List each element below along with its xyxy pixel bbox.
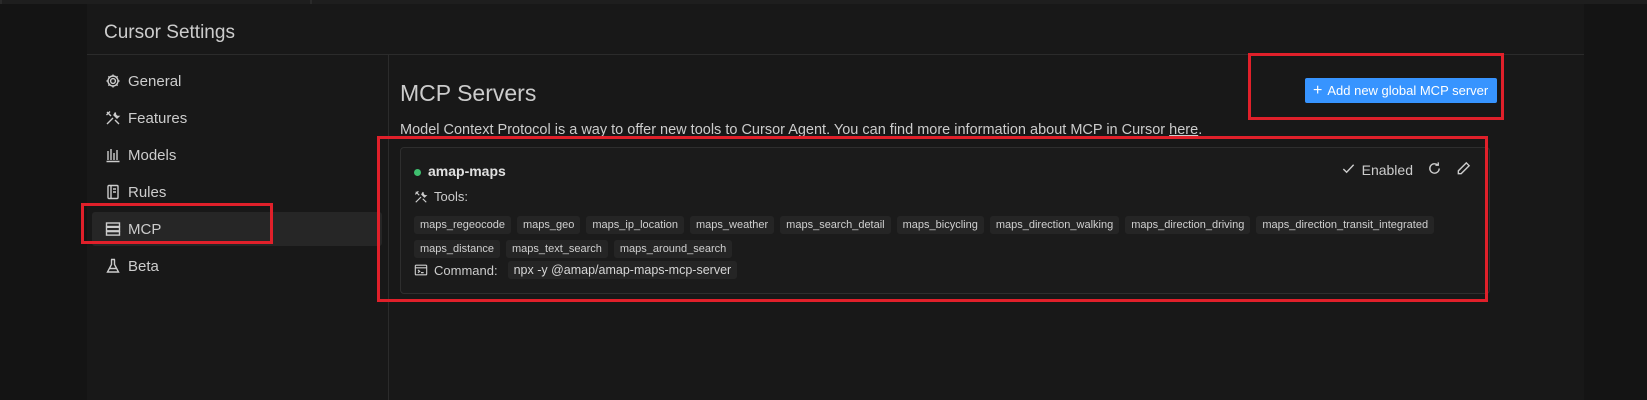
tool-chip: maps_ip_location — [586, 216, 685, 234]
add-button-label: Add new global MCP server — [1327, 83, 1489, 98]
sidebar-item-label: MCP — [128, 220, 162, 238]
tools-icon — [414, 190, 428, 203]
server-name: amap-maps — [428, 163, 506, 179]
tool-chip: maps_bicycling — [896, 216, 984, 234]
mcp-panel: MCP Servers Model Context Protocol is a … — [389, 55, 1584, 400]
refresh-icon[interactable] — [1427, 161, 1442, 179]
checkmark-icon — [1341, 161, 1356, 179]
tool-chip: maps_weather — [690, 216, 775, 234]
sidebar-item-rules[interactable]: Rules — [92, 175, 382, 209]
page-title: Cursor Settings — [104, 22, 235, 43]
tool-chip: maps_direction_transit_integrated — [1256, 216, 1435, 234]
mcp-server-card: amap-maps Enabled Tools: maps_regeocode … — [400, 147, 1490, 294]
flask-icon — [104, 257, 122, 275]
command-row: Command: npx -y @amap/amap-maps-mcp-serv… — [414, 261, 738, 279]
tool-chip: maps_distance — [414, 240, 500, 258]
status-dot-icon — [414, 169, 421, 176]
sidebar-item-label: Beta — [128, 257, 159, 275]
sidebar-item-models[interactable]: Models — [92, 138, 382, 172]
tools-header: Tools: — [414, 189, 468, 204]
tool-chip: maps_around_search — [613, 240, 733, 258]
plus-icon: + — [1313, 81, 1323, 99]
sidebar-item-mcp[interactable]: MCP — [92, 212, 382, 246]
sidebar-item-features[interactable]: Features — [92, 101, 382, 135]
server-actions: Enabled — [1341, 161, 1471, 179]
settings-sidebar: General Features Models Rules MCP Beta — [87, 64, 388, 400]
enabled-label: Enabled — [1361, 162, 1413, 178]
sidebar-item-label: Rules — [128, 183, 167, 201]
tool-chip: maps_text_search — [506, 240, 608, 258]
tool-chip: maps_regeocode — [414, 216, 512, 234]
tool-chip-list: maps_regeocode maps_geo maps_ip_location… — [414, 216, 1484, 258]
sidebar-item-label: Features — [128, 109, 188, 127]
settings-window: Cursor Settings General Features Models … — [87, 4, 1584, 400]
terminal-icon — [414, 264, 428, 276]
tools-icon — [104, 109, 122, 127]
add-global-mcp-server-button[interactable]: + Add new global MCP server — [1305, 78, 1498, 103]
description-end: . — [1198, 122, 1203, 138]
gear-icon — [104, 72, 122, 90]
server-icon — [104, 220, 122, 238]
section-description: Model Context Protocol is a way to offer… — [400, 122, 1202, 138]
section-title: MCP Servers — [400, 80, 537, 106]
sidebar-item-general[interactable]: General — [92, 64, 382, 98]
sidebar-item-beta[interactable]: Beta — [92, 249, 382, 283]
bar-chart-icon — [104, 146, 122, 164]
tool-chip: maps_direction_walking — [989, 216, 1120, 234]
here-link[interactable]: here — [1169, 122, 1198, 138]
description-text: Model Context Protocol is a way to offer… — [400, 122, 1170, 138]
tab-edge — [0, 0, 2, 4]
command-label: Command: — [434, 262, 498, 278]
tools-label: Tools: — [434, 189, 468, 204]
enabled-toggle[interactable]: Enabled — [1341, 161, 1413, 179]
edit-icon[interactable] — [1456, 161, 1471, 179]
command-value: npx -y @amap/amap-maps-mcp-server — [507, 261, 738, 279]
sidebar-item-label: Models — [128, 146, 177, 164]
notebook-icon — [104, 183, 122, 201]
tool-chip: maps_search_detail — [780, 216, 891, 234]
tool-chip: maps_geo — [517, 216, 581, 234]
tool-chip: maps_direction_driving — [1125, 216, 1251, 234]
sidebar-item-label: General — [128, 72, 182, 90]
